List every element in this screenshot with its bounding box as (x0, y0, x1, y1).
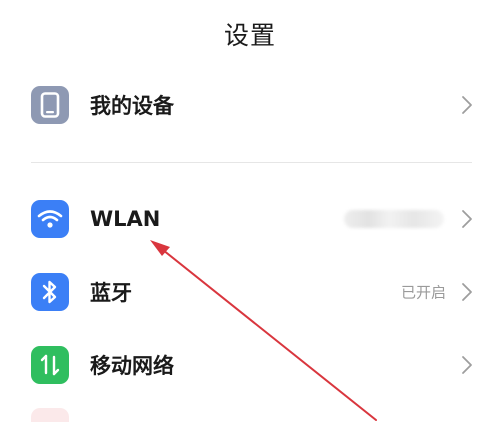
chevron-right-icon (462, 210, 472, 228)
settings-item-my-device[interactable]: 我的设备 (0, 75, 500, 135)
chevron-right-icon (462, 356, 472, 374)
settings-item-label: 移动网络 (90, 354, 174, 378)
wifi-icon (31, 200, 69, 238)
settings-item-label: 我的设备 (90, 94, 174, 118)
settings-item-bluetooth[interactable]: 蓝牙 已开启 (0, 262, 500, 322)
bluetooth-icon (31, 273, 69, 311)
settings-item-label: 蓝牙 (90, 281, 132, 305)
phone-icon (31, 86, 69, 124)
section-divider (31, 162, 472, 163)
chevron-right-icon (462, 283, 472, 301)
settings-item-wlan[interactable]: WLAN (0, 189, 500, 249)
mobile-data-icon (31, 346, 69, 384)
wifi-network-name-redacted (344, 210, 444, 228)
settings-item-label: WLAN (90, 207, 161, 231)
next-item-icon-partial (31, 408, 69, 422)
page-title: 设置 (223, 21, 276, 50)
settings-screen: 设置 我的设备 WLAN 蓝牙 已开启 移动网络 (0, 0, 500, 422)
bluetooth-status: 已开启 (400, 283, 446, 302)
settings-item-mobile-network[interactable]: 移动网络 (0, 335, 500, 395)
chevron-right-icon (462, 96, 472, 114)
